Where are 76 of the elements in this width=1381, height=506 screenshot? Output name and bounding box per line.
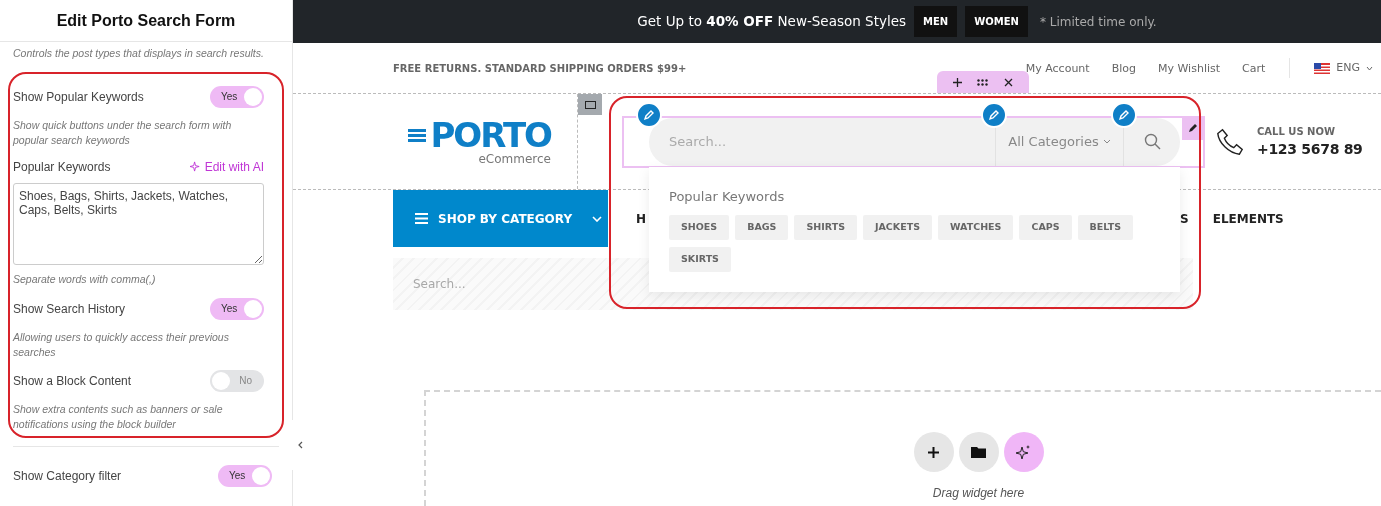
setting-label: Popular Keywords [13,158,111,176]
setting-hint: Allowing users to quickly access their previous searches [13,329,230,360]
header-link[interactable]: My Wishlist [1158,61,1221,78]
promo-link-button[interactable]: WOMEN [965,6,1028,37]
edit-with-ai-button[interactable]: Edit with AI [189,157,264,176]
header-link[interactable]: My Account [1025,61,1090,78]
edit-pencil-button[interactable] [1111,102,1137,128]
search-icon [1143,133,1161,150]
plus-icon [927,445,940,459]
folder-icon [971,446,986,458]
shipping-notice: FREE RETURNS. STANDARD SHIPPING ORDERS $99+ [393,61,687,76]
contact-label: CALL US NOW [1257,124,1336,139]
panel-title: Edit Porto Search Form [56,10,236,31]
phone-number: +123 5678 89 [1257,139,1363,159]
promo-text: Get Up to 40% OFF New-Season Styles [637,12,907,32]
add-element-button[interactable] [913,432,954,472]
phone-icon [1215,126,1245,157]
edit-pencil-button[interactable] [981,102,1007,128]
chevron-left-icon [297,441,303,449]
header-link[interactable]: Blog [1111,61,1136,78]
logo-wordmark: PORTO [430,117,551,152]
keyword-chip[interactable]: BAGS [735,214,789,240]
keyword-chip[interactable]: SHOES [669,214,730,240]
keyword-chip[interactable]: SKIRTS [669,246,731,272]
menu-icon [415,213,428,224]
setting-hint: Show extra contents such as banners or sale notifications using the block builder [13,401,224,432]
keyword-chip[interactable]: SHIRTS [794,214,857,240]
caret-icon [1102,139,1111,144]
sparkle-icon [189,161,201,173]
keyword-chip[interactable]: BELTS [1077,214,1134,240]
keyword-chip[interactable]: CAPS [1019,214,1072,240]
pencil-icon [1118,109,1130,121]
drag-handle-icon[interactable] [977,78,989,86]
setting-label: Show a Block Content [13,372,132,390]
panel-description: Controls the post types that displays in search results. [12,46,265,61]
keyword-chip[interactable]: WATCHES [938,214,1014,240]
pencil-icon [643,109,655,121]
language-selector[interactable]: ENG [1314,59,1373,77]
pencil-icon [988,109,1000,121]
caret-icon [1366,65,1373,71]
container-handle[interactable] [578,94,602,115]
header-link[interactable]: Cart [1242,61,1266,78]
toggle-switch[interactable]: Yes [210,85,264,108]
shop-by-category-button[interactable]: SHOP BY CATEGORY [393,190,608,247]
nav-link[interactable]: ELEMENTS [1212,209,1284,228]
keyword-chip[interactable]: JACKETS [863,214,933,240]
promo-link-button[interactable]: MEN [914,6,958,37]
search-input[interactable]: Search... [413,275,563,293]
flag-icon [1314,62,1331,74]
pencil-icon [1188,122,1199,133]
setting-hint: Separate words with comma(,) [13,271,157,287]
edit-pencil-button[interactable] [636,102,662,128]
template-library-button[interactable] [958,432,999,472]
plus-icon[interactable] [952,77,962,87]
chevron-down-icon [592,215,603,222]
ai-button[interactable] [1003,432,1044,472]
dropdown-heading: Popular Keywords [669,188,786,206]
logo-tagline: eCommerce [478,151,551,166]
setting-hint: Show quick buttons under the search form with popular search keywords [13,117,233,148]
promo-note: * Limited time only. [1039,13,1157,31]
widget-edit-button[interactable] [1182,115,1205,140]
setting-label: Show Popular Keywords [13,88,144,106]
nav-link[interactable]: H [636,209,647,228]
toggle-switch[interactable]: Yes [210,297,264,320]
nav-link[interactable]: S [1180,209,1189,228]
setting-label: Show Search History [13,300,126,318]
search-input[interactable]: Search... [649,117,995,166]
search-button[interactable] [1124,117,1180,166]
rectangle-icon [584,100,596,109]
sparkle-icon [1015,444,1032,460]
keywords-textarea[interactable]: Shoes, Bags, Shirts, Jackets, Watches, Caps, Belts, Skirts [13,182,264,265]
toggle-switch[interactable]: Yes [218,464,272,487]
drop-zone-hint: Drag widget here [932,485,1025,502]
category-dropdown[interactable]: All Categories [996,117,1123,166]
setting-label: Show Category filter [13,467,122,485]
close-icon[interactable] [1004,77,1014,87]
